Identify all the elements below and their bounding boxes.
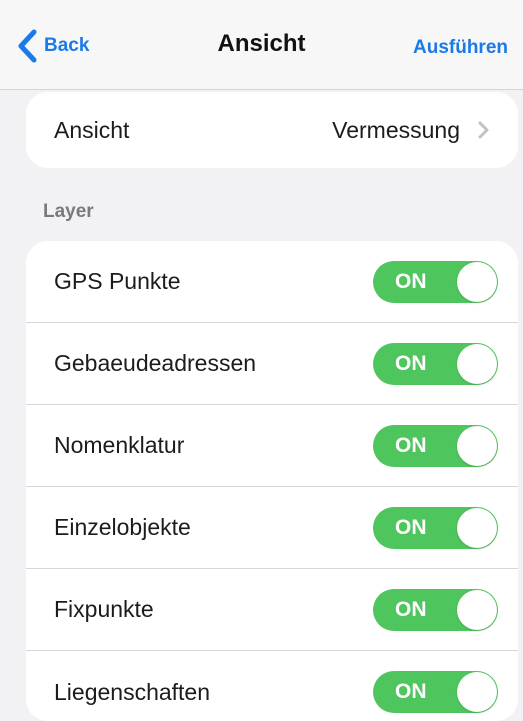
toggle-knob (457, 589, 497, 630)
toggle-knob (457, 672, 497, 712)
toggle-state-label: ON (395, 351, 427, 375)
execute-button[interactable]: Ausführen (413, 37, 508, 59)
layer-row-nomenklatur: Nomenklatur ON (26, 405, 518, 487)
layer-label: GPS Punkte (54, 268, 181, 294)
layer-toggle-nomenklatur[interactable]: ON (373, 424, 498, 467)
layer-section-header: Layer (43, 201, 94, 222)
layer-toggle-gebaeudeadressen[interactable]: ON (373, 342, 498, 385)
layer-label: Nomenklatur (54, 432, 185, 458)
layer-toggle-liegenschaften[interactable]: ON (373, 671, 498, 713)
toggle-knob (457, 343, 497, 384)
layer-row-gps-punkte: GPS Punkte ON (26, 241, 518, 323)
toggle-state-label: ON (395, 680, 427, 703)
ansicht-card: Ansicht Vermessung (26, 92, 518, 168)
chevron-right-icon (478, 120, 490, 140)
toggle-state-label: ON (395, 515, 427, 539)
ansicht-value: Vermessung (332, 116, 460, 143)
layer-row-einzelobjekte: Einzelobjekte ON (26, 487, 518, 569)
layer-label: Einzelobjekte (54, 514, 191, 540)
toggle-knob (457, 425, 497, 466)
toggle-knob (457, 261, 497, 302)
toggle-knob (457, 507, 497, 548)
layer-list: GPS Punkte ON Gebaeudeadressen ON Nomenk… (26, 241, 518, 721)
layer-label: Gebaeudeadressen (54, 350, 257, 376)
layer-row-liegenschaften: Liegenschaften ON (26, 651, 518, 721)
toggle-state-label: ON (395, 433, 427, 457)
layer-toggle-gps-punkte[interactable]: ON (373, 260, 498, 303)
toggle-state-label: ON (395, 269, 427, 293)
layer-row-gebaeudeadressen: Gebaeudeadressen ON (26, 323, 518, 405)
layer-toggle-fixpunkte[interactable]: ON (373, 588, 498, 631)
ansicht-row[interactable]: Ansicht Vermessung (26, 92, 518, 168)
layer-label: Liegenschaften (54, 678, 211, 705)
ansicht-label: Ansicht (54, 116, 130, 143)
navigation-bar: Back Ansicht Ausführen (0, 0, 523, 90)
layer-label: Fixpunkte (54, 596, 154, 622)
layer-toggle-einzelobjekte[interactable]: ON (373, 506, 498, 549)
layer-row-fixpunkte: Fixpunkte ON (26, 569, 518, 651)
toggle-state-label: ON (395, 597, 427, 621)
